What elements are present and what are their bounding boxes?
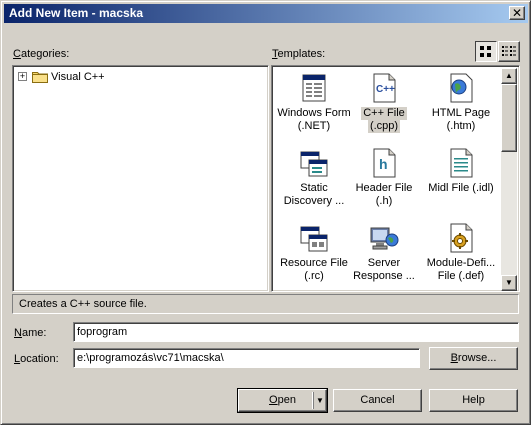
html-page-icon	[450, 73, 473, 103]
template-name: HTML Page	[431, 107, 491, 119]
svg-text:C++: C++	[376, 84, 395, 95]
resource-file-icon	[300, 226, 328, 252]
template-windows-form[interactable]: Windows Form (.NET)	[274, 72, 354, 133]
close-button[interactable]: ✕	[509, 6, 525, 20]
template-name: Module-Defi...	[426, 257, 496, 269]
template-static-discovery[interactable]: Static Discovery ...	[274, 147, 354, 208]
arrow-up-icon: ▲	[505, 71, 513, 80]
cancel-button[interactable]: Cancel	[333, 389, 422, 412]
small-icons-icon	[502, 46, 516, 56]
svg-text:h: h	[379, 156, 388, 172]
location-input[interactable]	[73, 348, 420, 368]
location-label: Location:	[14, 353, 59, 365]
server-response-icon	[370, 227, 399, 250]
static-discovery-icon	[300, 151, 328, 177]
template-name: Server	[367, 257, 401, 269]
open-dropdown-arrow-icon[interactable]: ▼	[313, 392, 326, 409]
browse-button[interactable]: Browse...	[429, 347, 518, 370]
template-name: Windows Form	[277, 107, 351, 119]
categories-label: Categories:	[13, 48, 70, 60]
templates-scrollbar[interactable]: ▲ ▼	[501, 68, 517, 291]
template-html-page[interactable]: HTML Page (.htm)	[421, 72, 501, 133]
tree-item-visual-cpp[interactable]: + Visual C++	[18, 70, 105, 83]
template-name: Header File	[355, 182, 413, 194]
template-ext: (.NET)	[297, 120, 331, 132]
name-input[interactable]	[73, 322, 519, 342]
templates-list[interactable]: Windows Form (.NET) C++ C++ File (.cpp) …	[271, 65, 520, 292]
template-cpp-file[interactable]: C++ C++ File (.cpp)	[344, 72, 424, 133]
template-ext: (.rc)	[304, 270, 324, 282]
template-ext: Discovery ...	[283, 195, 345, 207]
template-name: C++ File	[361, 107, 407, 120]
template-description: Creates a C++ source file.	[12, 294, 519, 314]
templates-label: Templates:	[272, 48, 326, 60]
window-title: Add New Item - macska	[9, 6, 144, 20]
scroll-thumb[interactable]	[501, 84, 517, 152]
open-label: Open	[269, 394, 296, 406]
title-bar[interactable]: Add New Item - macska ✕	[4, 4, 528, 23]
name-label: Name:	[14, 327, 47, 339]
template-name: Resource File	[280, 257, 348, 269]
add-new-item-dialog: Add New Item - macska ✕ Categories: + Vi…	[0, 0, 531, 425]
description-text: Creates a C++ source file.	[19, 298, 147, 310]
template-server-response[interactable]: Server Response ...	[344, 222, 424, 283]
cpp-file-icon: C++	[373, 73, 396, 103]
expand-icon[interactable]: +	[18, 72, 27, 81]
template-ext: File (.def)	[437, 270, 485, 282]
windows-form-icon	[302, 74, 326, 102]
template-name: Static	[300, 182, 328, 194]
scroll-down-button[interactable]: ▼	[501, 275, 517, 291]
template-name: Midl File (.idl)	[428, 182, 494, 194]
categories-tree[interactable]: + Visual C++	[12, 65, 269, 292]
template-header-file[interactable]: h Header File (.h)	[344, 147, 424, 208]
close-icon: ✕	[511, 6, 523, 20]
template-ext: (.h)	[375, 195, 393, 207]
large-icons-view-button[interactable]	[475, 41, 497, 62]
scroll-up-button[interactable]: ▲	[501, 68, 517, 84]
template-module-definition[interactable]: Module-Defi... File (.def)	[421, 222, 501, 283]
template-ext: Response ...	[353, 270, 415, 282]
list-view-button[interactable]	[498, 41, 520, 62]
module-definition-icon	[450, 223, 473, 253]
arrow-down-icon: ▼	[505, 278, 513, 287]
template-midl-file[interactable]: Midl File (.idl)	[421, 147, 501, 208]
midl-file-icon	[450, 148, 473, 178]
template-resource-file[interactable]: Resource File (.rc)	[274, 222, 354, 283]
help-button[interactable]: Help	[429, 389, 518, 412]
header-file-icon: h	[373, 148, 396, 178]
template-ext: (.htm)	[446, 120, 476, 132]
open-button[interactable]: Open ▼	[237, 388, 328, 413]
large-icons-icon	[480, 46, 491, 57]
template-ext: (.cpp)	[367, 120, 401, 133]
folder-icon	[32, 72, 48, 83]
tree-item-label: Visual C++	[51, 70, 105, 83]
